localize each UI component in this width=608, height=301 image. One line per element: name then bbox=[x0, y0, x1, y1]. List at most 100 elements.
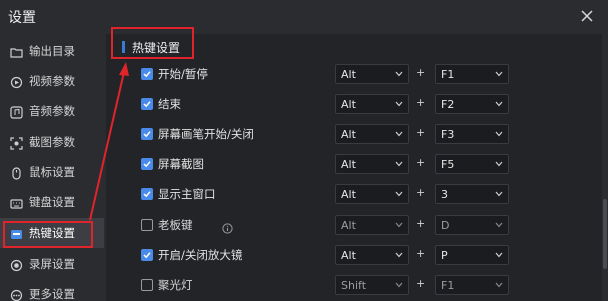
sidebar-item-label: 音频参数 bbox=[29, 104, 75, 118]
plus-sign: + bbox=[416, 156, 426, 169]
sidebar-item-label: 鼠标设置 bbox=[29, 165, 75, 179]
checkbox[interactable] bbox=[141, 68, 153, 80]
chevron-down-icon bbox=[495, 191, 503, 197]
modifier-select[interactable]: Alt bbox=[335, 215, 409, 235]
checkbox[interactable] bbox=[141, 249, 153, 261]
key-select[interactable]: F1 bbox=[435, 64, 509, 84]
modifier-select[interactable]: Alt bbox=[335, 64, 409, 84]
hotkey-label: 聚光灯 bbox=[158, 278, 193, 292]
select-value: F1 bbox=[441, 68, 455, 81]
modifier-select[interactable]: Alt bbox=[335, 245, 409, 265]
select-value: Alt bbox=[341, 158, 356, 171]
modifier-select[interactable]: Alt bbox=[335, 124, 409, 144]
chevron-down-icon bbox=[395, 161, 403, 167]
chevron-down-icon bbox=[395, 222, 403, 228]
select-value: F5 bbox=[441, 158, 455, 171]
chevron-down-icon bbox=[495, 101, 503, 107]
sidebar-item-label: 键盘设置 bbox=[29, 195, 75, 209]
folder-icon bbox=[10, 44, 23, 58]
sidebar: 输出目录 视频参数 音频参数 截图参数 鼠标设置 键盘设置 热键设置 录屏设置 … bbox=[0, 34, 104, 301]
plus-sign: + bbox=[416, 186, 426, 199]
hotkey-label: 显示主窗口 bbox=[158, 187, 216, 201]
sidebar-item-video-params[interactable]: 视频参数 bbox=[0, 66, 104, 96]
key-select[interactable]: P bbox=[435, 245, 509, 265]
chevron-down-icon bbox=[495, 71, 503, 77]
sidebar-item-audio-params[interactable]: 音频参数 bbox=[0, 96, 104, 126]
sidebar-item-hotkey-settings[interactable]: 热键设置 bbox=[0, 218, 104, 248]
sidebar-item-mouse-settings[interactable]: 鼠标设置 bbox=[0, 157, 104, 187]
modifier-select[interactable]: Shift bbox=[335, 275, 409, 295]
chevron-down-icon bbox=[395, 191, 403, 197]
hotkey-row-magnifier: 开启/关闭放大镜 Alt + P bbox=[106, 240, 602, 270]
screenshot-icon bbox=[10, 135, 23, 150]
sidebar-item-label: 视频参数 bbox=[29, 74, 75, 88]
chevron-down-icon bbox=[495, 252, 503, 258]
hotkey-row-screen-pen: 屏幕画笔开始/关闭 Alt + F3 bbox=[106, 119, 602, 149]
hotkey-label: 老板键 bbox=[158, 218, 193, 232]
sidebar-item-screenshot-params[interactable]: 截图参数 bbox=[0, 127, 104, 157]
checkbox[interactable] bbox=[141, 188, 153, 200]
modifier-select[interactable]: Alt bbox=[335, 94, 409, 114]
select-value: Alt bbox=[341, 128, 356, 141]
scrollbar[interactable] bbox=[602, 34, 608, 301]
hotkey-row-end: 结束 Alt + F2 bbox=[106, 89, 602, 119]
more-icon bbox=[10, 287, 23, 301]
chevron-down-icon bbox=[395, 71, 403, 77]
close-icon[interactable] bbox=[580, 9, 594, 23]
checkbox[interactable] bbox=[141, 279, 153, 291]
select-value: P bbox=[441, 249, 448, 262]
plus-sign: + bbox=[416, 247, 426, 260]
chevron-down-icon bbox=[495, 131, 503, 137]
chevron-down-icon bbox=[495, 161, 503, 167]
sidebar-item-keyboard-settings[interactable]: 键盘设置 bbox=[0, 187, 104, 217]
key-select[interactable]: F2 bbox=[435, 94, 509, 114]
sidebar-item-label: 录屏设置 bbox=[29, 257, 75, 271]
select-value: F3 bbox=[441, 128, 455, 141]
checkbox[interactable] bbox=[141, 158, 153, 170]
modifier-select[interactable]: Alt bbox=[335, 154, 409, 174]
select-value: F2 bbox=[441, 98, 455, 111]
title-bar: 设置 bbox=[0, 0, 608, 34]
section-title: 热键设置 bbox=[132, 41, 181, 55]
sidebar-item-label: 更多设置 bbox=[29, 287, 75, 301]
chevron-down-icon bbox=[395, 282, 403, 288]
plus-sign: + bbox=[416, 277, 426, 290]
hotkey-label: 开启/关闭放大镜 bbox=[158, 248, 243, 262]
checkbox[interactable] bbox=[141, 98, 153, 110]
plus-sign: + bbox=[416, 126, 426, 139]
select-value: Alt bbox=[341, 249, 356, 262]
scrollbar-thumb[interactable] bbox=[603, 199, 607, 269]
mouse-icon bbox=[10, 165, 23, 180]
key-select[interactable]: F3 bbox=[435, 124, 509, 144]
section-header: 热键设置 bbox=[106, 34, 602, 60]
hotkey-settings-panel: 热键设置 开始/暂停 Alt + F1 结束 Alt + F2 屏幕画笔开始/关… bbox=[106, 34, 602, 301]
hotkey-row-spotlight: 聚光灯 Shift + F1 bbox=[106, 270, 602, 300]
chevron-down-icon bbox=[495, 222, 503, 228]
chevron-down-icon bbox=[495, 282, 503, 288]
plus-sign: + bbox=[416, 66, 426, 79]
key-select[interactable]: 3 bbox=[435, 184, 509, 204]
hotkey-label: 结束 bbox=[158, 97, 181, 111]
video-icon bbox=[10, 74, 23, 89]
section-marker bbox=[122, 41, 125, 53]
sidebar-item-label: 输出目录 bbox=[29, 44, 75, 58]
sidebar-item-record-settings[interactable]: 录屏设置 bbox=[0, 249, 104, 279]
key-select[interactable]: D bbox=[435, 215, 509, 235]
modifier-select[interactable]: Alt bbox=[335, 184, 409, 204]
checkbox[interactable] bbox=[141, 219, 153, 231]
sidebar-item-output-dir[interactable]: 输出目录 bbox=[0, 36, 104, 66]
select-value: F1 bbox=[441, 279, 455, 292]
hotkey-label: 开始/暂停 bbox=[158, 67, 208, 81]
hotkey-row-show-main-window: 显示主窗口 Alt + 3 bbox=[106, 179, 602, 209]
chevron-down-icon bbox=[395, 252, 403, 258]
info-icon[interactable] bbox=[222, 219, 233, 234]
key-select[interactable]: F1 bbox=[435, 275, 509, 295]
select-value: 3 bbox=[441, 188, 448, 201]
keyboard-icon bbox=[10, 195, 23, 209]
key-select[interactable]: F5 bbox=[435, 154, 509, 174]
hotkey-label: 屏幕截图 bbox=[158, 157, 204, 171]
sidebar-item-more-settings[interactable]: 更多设置 bbox=[0, 279, 104, 301]
select-value: Alt bbox=[341, 219, 356, 232]
select-value: Alt bbox=[341, 68, 356, 81]
checkbox[interactable] bbox=[141, 128, 153, 140]
